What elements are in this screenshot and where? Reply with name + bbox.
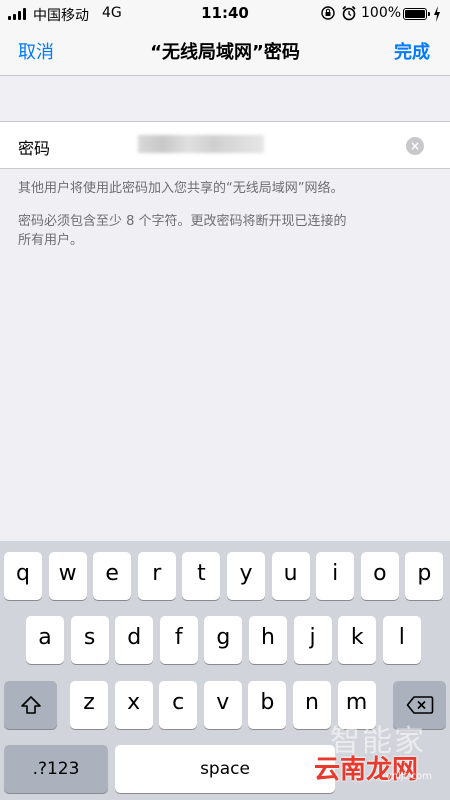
key-q[interactable]: q (4, 552, 42, 600)
key-y[interactable]: y (227, 552, 265, 600)
key-b[interactable]: b (248, 681, 287, 729)
watermark-sub-text: ynljt.com (385, 771, 432, 782)
password-input[interactable]: ******** (138, 135, 264, 153)
key-k[interactable]: k (338, 616, 377, 664)
navigation-bar: 取消 “无线局域网”密码 完成 (0, 28, 450, 76)
shift-icon (20, 696, 41, 714)
done-button[interactable]: 完成 (394, 38, 430, 64)
key-h[interactable]: h (249, 616, 287, 664)
numbers-mode-key[interactable]: .?123 (4, 745, 108, 793)
key-l[interactable]: l (382, 616, 421, 664)
key-u[interactable]: u (271, 552, 310, 600)
key-z[interactable]: z (70, 681, 108, 729)
keyboard: qwertyuiop asdfghjkl zxcvbnm .?123 space… (0, 541, 450, 800)
key-p[interactable]: p (405, 552, 444, 600)
key-d[interactable]: d (115, 616, 154, 664)
shift-key[interactable] (4, 681, 57, 729)
key-r[interactable]: r (137, 552, 176, 600)
page-title: “无线局域网”密码 (150, 42, 300, 63)
password-requirement-line1: 密码必须包含至少 8 个字符。更改密码将断开现已连接的 (18, 214, 347, 229)
key-a[interactable]: a (26, 616, 64, 664)
key-o[interactable]: o (360, 552, 399, 600)
key-t[interactable]: t (182, 552, 221, 600)
key-m[interactable]: m (337, 681, 376, 729)
space-key[interactable]: space (115, 745, 335, 793)
delete-key[interactable] (393, 681, 446, 729)
key-s[interactable]: s (70, 616, 109, 664)
battery-tip (428, 12, 430, 16)
key-i[interactable]: i (316, 552, 355, 600)
password-row: 密码 ******** × (0, 121, 450, 169)
password-label: 密码 (18, 139, 51, 158)
key-f[interactable]: f (159, 616, 198, 664)
clear-icon[interactable]: × (406, 137, 424, 155)
key-c[interactable]: c (159, 681, 198, 729)
charging-icon (434, 6, 440, 22)
key-n[interactable]: n (293, 681, 331, 729)
battery-icon (403, 8, 427, 20)
key-v[interactable]: v (203, 681, 242, 729)
status-bar: 中国移动 4G 11:40 100% (0, 0, 450, 28)
orientation-lock-icon (321, 6, 335, 20)
battery-percentage: 100% (361, 5, 402, 21)
sharing-description: 其他用户将使用此密码加入您共享的“无线局域网”网络。 (18, 181, 344, 196)
key-w[interactable]: w (48, 552, 87, 600)
alarm-icon (342, 5, 356, 21)
password-requirement-line2: 所有用户。 (18, 233, 84, 248)
key-e[interactable]: e (93, 552, 132, 600)
backspace-icon (406, 696, 433, 714)
key-x[interactable]: x (114, 681, 153, 729)
key-g[interactable]: g (204, 616, 243, 664)
key-j[interactable]: j (293, 616, 332, 664)
